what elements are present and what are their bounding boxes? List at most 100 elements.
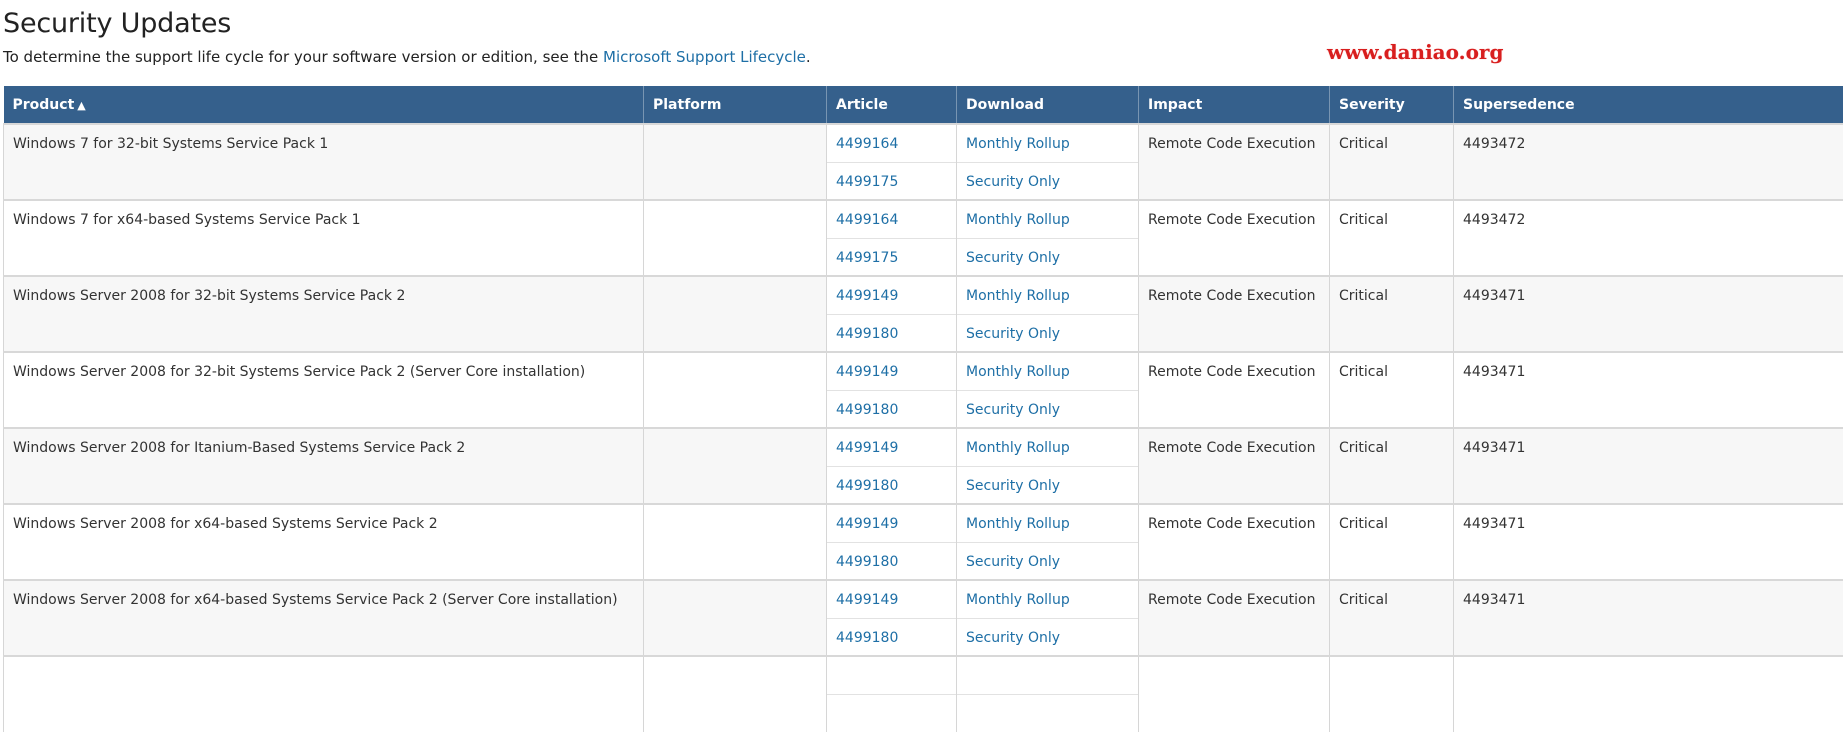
product-cell: Windows Server 2008 for x64-based System… [4,504,644,580]
supersedence-cell: 4493471 [1454,580,1843,656]
product-cell: Windows Server 2008 for 32-bit Systems S… [4,352,644,428]
download-cell: Security Only [957,238,1139,276]
download-cell: Monthly Rollup [957,580,1139,618]
product-cell [4,656,644,732]
article-link[interactable]: 4499175 [836,174,898,190]
article-link[interactable]: 4499149 [836,364,898,380]
article-cell: 4499180 [827,390,957,428]
severity-cell: Critical [1330,124,1454,200]
article-cell: 4499149 [827,276,957,314]
article-link[interactable]: 4499149 [836,516,898,532]
download-link-security-only[interactable]: Security Only [966,250,1060,266]
column-header-download[interactable]: Download [957,86,1139,124]
download-link-monthly-rollup[interactable]: Monthly Rollup [966,440,1070,456]
article-link[interactable]: 4499164 [836,136,898,152]
product-cell: Windows Server 2008 for 32-bit Systems S… [4,276,644,352]
download-link-monthly-rollup[interactable]: Monthly Rollup [966,516,1070,532]
supersedence-cell: 4493471 [1454,352,1843,428]
impact-cell: Remote Code Execution [1139,124,1330,200]
table-row: Windows Server 2008 for Itanium-Based Sy… [4,428,1843,466]
supersedence-cell: 4493471 [1454,276,1843,352]
column-header-article[interactable]: Article [827,86,957,124]
article-cell: 4499149 [827,428,957,466]
article-link[interactable]: 4499180 [836,554,898,570]
download-link-security-only[interactable]: Security Only [966,174,1060,190]
platform-cell [644,352,827,428]
column-header-impact[interactable]: Impact [1139,86,1330,124]
platform-cell [644,276,827,352]
sort-ascending-icon[interactable]: ▲ [77,99,85,112]
table-row [4,656,1843,694]
download-link-security-only[interactable]: Security Only [966,630,1060,646]
download-link-monthly-rollup[interactable]: Monthly Rollup [966,592,1070,608]
column-header-supersedence[interactable]: Supersedence [1454,86,1843,124]
watermark-text: www.daniao.org [1327,40,1503,64]
impact-cell: Remote Code Execution [1139,428,1330,504]
download-cell [957,694,1139,732]
product-cell: Windows Server 2008 for Itanium-Based Sy… [4,428,644,504]
supersedence-cell: 4493472 [1454,200,1843,276]
article-cell: 4499180 [827,314,957,352]
article-link[interactable]: 4499180 [836,326,898,342]
download-cell: Monthly Rollup [957,428,1139,466]
support-lifecycle-link[interactable]: Microsoft Support Lifecycle [603,48,806,66]
security-updates-table: Product▲ Platform Article Download Impac… [3,86,1843,732]
download-cell: Security Only [957,314,1139,352]
article-link[interactable]: 4499149 [836,288,898,304]
download-link-monthly-rollup[interactable]: Monthly Rollup [966,288,1070,304]
platform-cell [644,580,827,656]
article-cell: 4499164 [827,200,957,238]
severity-cell: Critical [1330,580,1454,656]
supersedence-cell: 4493471 [1454,428,1843,504]
supersedence-cell: 4493472 [1454,124,1843,200]
article-cell: 4499175 [827,238,957,276]
article-link[interactable]: 4499149 [836,592,898,608]
page-title: Security Updates [3,8,231,39]
article-link[interactable]: 4499180 [836,630,898,646]
article-link[interactable]: 4499180 [836,478,898,494]
table-row: Windows 7 for 32-bit Systems Service Pac… [4,124,1843,162]
download-link-security-only[interactable]: Security Only [966,402,1060,418]
impact-cell: Remote Code Execution [1139,352,1330,428]
download-cell: Security Only [957,542,1139,580]
intro-text: To determine the support life cycle for … [3,48,603,66]
article-link[interactable]: 4499164 [836,212,898,228]
download-cell: Monthly Rollup [957,504,1139,542]
severity-cell: Critical [1330,428,1454,504]
article-cell: 4499164 [827,124,957,162]
table-row: Windows Server 2008 for 32-bit Systems S… [4,352,1843,390]
supersedence-cell [1454,656,1843,732]
download-link-security-only[interactable]: Security Only [966,478,1060,494]
supersedence-cell: 4493471 [1454,504,1843,580]
product-cell: Windows Server 2008 for x64-based System… [4,580,644,656]
article-cell [827,694,957,732]
intro-text-block: To determine the support life cycle for … [3,48,811,66]
impact-cell: Remote Code Execution [1139,276,1330,352]
platform-cell [644,656,827,732]
article-cell: 4499149 [827,352,957,390]
column-header-product[interactable]: Product▲ [4,86,644,124]
article-cell [827,656,957,694]
download-link-monthly-rollup[interactable]: Monthly Rollup [966,364,1070,380]
product-cell: Windows 7 for x64-based Systems Service … [4,200,644,276]
download-link-monthly-rollup[interactable]: Monthly Rollup [966,136,1070,152]
download-cell: Monthly Rollup [957,200,1139,238]
severity-cell [1330,656,1454,732]
column-header-platform[interactable]: Platform [644,86,827,124]
download-link-security-only[interactable]: Security Only [966,326,1060,342]
article-link[interactable]: 4499180 [836,402,898,418]
article-cell: 4499180 [827,542,957,580]
article-cell: 4499149 [827,504,957,542]
table-row: Windows 7 for x64-based Systems Service … [4,200,1843,238]
download-link-monthly-rollup[interactable]: Monthly Rollup [966,212,1070,228]
severity-cell: Critical [1330,200,1454,276]
table-row: Windows Server 2008 for 32-bit Systems S… [4,276,1843,314]
download-link-security-only[interactable]: Security Only [966,554,1060,570]
impact-cell: Remote Code Execution [1139,580,1330,656]
platform-cell [644,504,827,580]
article-link[interactable]: 4499175 [836,250,898,266]
article-link[interactable]: 4499149 [836,440,898,456]
article-cell: 4499180 [827,618,957,656]
impact-cell: Remote Code Execution [1139,200,1330,276]
column-header-severity[interactable]: Severity [1330,86,1454,124]
